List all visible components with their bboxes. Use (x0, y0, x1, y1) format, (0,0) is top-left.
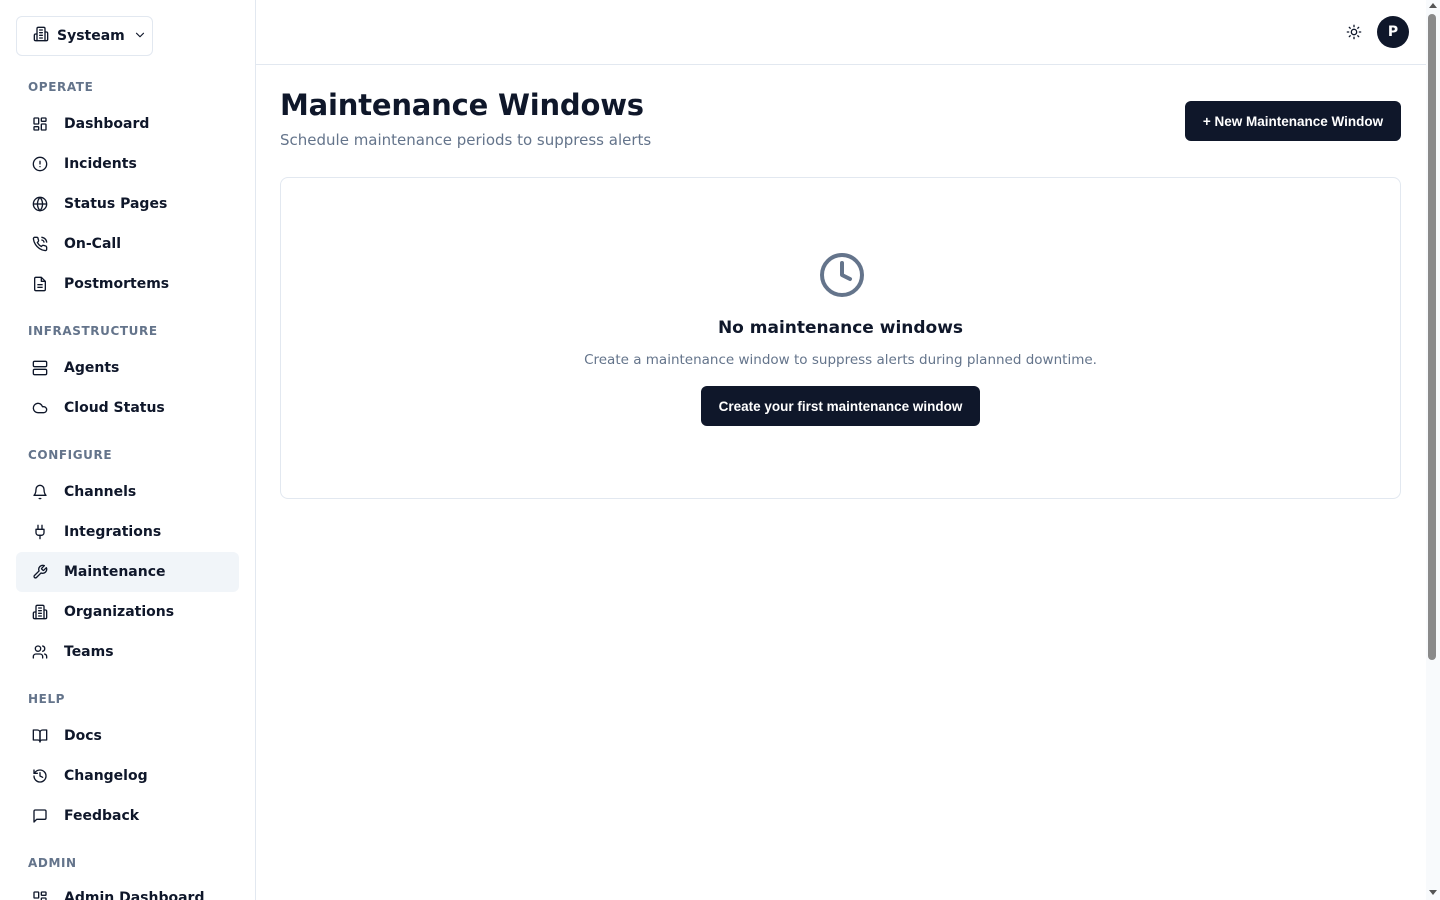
users-icon (32, 644, 48, 660)
sidebar-item-label: Dashboard (64, 116, 150, 132)
building-icon (32, 604, 48, 620)
avatar[interactable]: P (1377, 16, 1409, 48)
building-icon (33, 26, 49, 46)
page-title: Maintenance Windows (280, 88, 644, 122)
sidebar-item-label: Docs (64, 728, 102, 744)
create-first-maintenance-window-button[interactable]: Create your first maintenance window (701, 386, 980, 426)
dashboard-icon (32, 890, 48, 900)
sidebar-item-label: Cloud Status (64, 400, 165, 416)
alert-circle-icon (32, 156, 48, 172)
sidebar-item-label: Integrations (64, 524, 162, 540)
empty-state-description: Create a maintenance window to suppress … (584, 352, 1097, 368)
sidebar-item-status-pages[interactable]: Status Pages (16, 184, 239, 224)
section-title-operate: OPERATE (28, 80, 94, 94)
wrench-icon (32, 564, 48, 580)
dashboard-icon (32, 116, 48, 132)
history-icon (32, 768, 48, 784)
sidebar-item-label: Organizations (64, 604, 175, 620)
sidebar-item-admin-dashboard[interactable]: Admin Dashboard (16, 878, 239, 900)
page-subtitle: Schedule maintenance periods to suppress… (280, 131, 652, 149)
sidebar-item-label: Incidents (64, 156, 137, 172)
globe-icon (32, 196, 48, 212)
empty-state-title: No maintenance windows (717, 318, 964, 338)
sidebar-item-label: On-Call (64, 236, 121, 252)
sidebar-item-incidents[interactable]: Incidents (16, 144, 239, 184)
file-text-icon (32, 276, 48, 292)
message-square-icon (32, 808, 48, 824)
scroll-thumb[interactable] (1428, 14, 1436, 660)
section-title-help: HELP (28, 692, 66, 706)
sidebar-item-integrations[interactable]: Integrations (16, 512, 239, 552)
sidebar-item-dashboard[interactable]: Dashboard (16, 104, 239, 144)
sidebar-item-organizations[interactable]: Organizations (16, 592, 239, 632)
sidebar-item-label: Admin Dashboard (64, 890, 205, 900)
sidebar-item-changelog[interactable]: Changelog (16, 756, 239, 796)
bell-icon (32, 484, 48, 500)
sidebar-item-label: Channels (64, 484, 137, 500)
sidebar-item-maintenance[interactable]: Maintenance (16, 552, 239, 592)
scroll-down-arrow-icon[interactable] (1429, 890, 1437, 895)
sidebar-item-label: Status Pages (64, 196, 168, 212)
sidebar-item-label: Postmortems (64, 276, 170, 292)
scroll-up-arrow-icon[interactable] (1429, 3, 1437, 8)
sidebar-item-label: Maintenance (64, 564, 166, 580)
sidebar-item-cloud-status[interactable]: Cloud Status (16, 388, 239, 428)
book-icon (32, 728, 48, 744)
sidebar-item-teams[interactable]: Teams (16, 632, 239, 672)
sidebar-item-label: Agents (64, 360, 120, 376)
sidebar-item-channels[interactable]: Channels (16, 472, 239, 512)
new-maintenance-window-button[interactable]: + New Maintenance Window (1185, 101, 1401, 141)
org-switcher-label: Systeam (57, 28, 125, 44)
sidebar-item-agents[interactable]: Agents (16, 348, 239, 388)
sidebar-item-label: Teams (64, 644, 114, 660)
org-switcher[interactable]: Systeam (16, 16, 153, 56)
cloud-icon (32, 400, 48, 416)
sidebar-item-docs[interactable]: Docs (16, 716, 239, 756)
empty-state-card: No maintenance windows Create a maintena… (280, 177, 1401, 499)
plug-icon (32, 524, 48, 540)
chevron-down-icon (133, 27, 147, 46)
scrollbar[interactable] (1426, 0, 1440, 900)
sidebar-item-on-call[interactable]: On-Call (16, 224, 239, 264)
topbar: P (256, 0, 1426, 65)
section-title-admin: ADMIN (28, 856, 77, 870)
phone-icon (32, 236, 48, 252)
server-icon (32, 360, 48, 376)
sidebar: Systeam OPERATE Dashboard Incidents Stat… (0, 0, 256, 900)
sidebar-item-postmortems[interactable]: Postmortems (16, 264, 239, 304)
section-title-configure: CONFIGURE (28, 448, 113, 462)
sidebar-item-label: Changelog (64, 768, 148, 784)
section-title-infrastructure: INFRASTRUCTURE (28, 324, 158, 338)
sidebar-item-feedback[interactable]: Feedback (16, 796, 239, 836)
sidebar-item-label: Feedback (64, 808, 140, 824)
sun-icon[interactable] (1344, 22, 1364, 42)
clock-icon (818, 251, 866, 299)
